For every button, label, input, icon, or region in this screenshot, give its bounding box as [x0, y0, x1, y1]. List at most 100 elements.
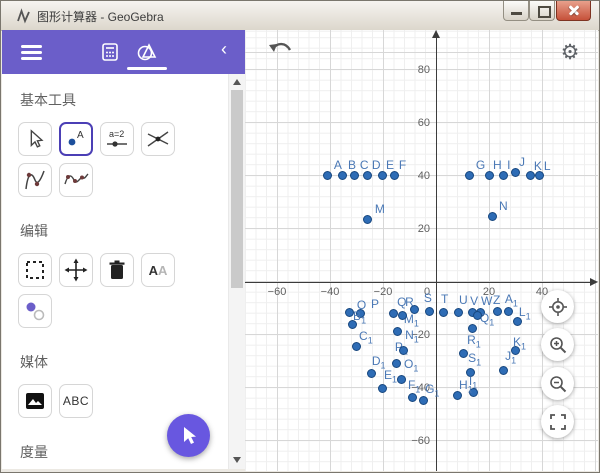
graphics-view[interactable]: −60−40−200204080604020−20−40−60 ABCDEFGH…	[245, 30, 598, 471]
calculator-tab[interactable]	[100, 42, 120, 67]
tool-sections: 基本工具Aa=2编辑AA媒体ABC度量cm↔cm²	[2, 74, 228, 469]
tool-image-button[interactable]	[18, 384, 52, 418]
plot-point-E[interactable]	[378, 171, 387, 180]
x-axis	[245, 282, 594, 284]
minimize-button[interactable]	[503, 1, 529, 21]
tool-text-button[interactable]: ABC	[59, 384, 93, 418]
plot-point-S[interactable]	[425, 307, 434, 316]
tool-select-rectangle-button[interactable]	[18, 253, 52, 287]
plot-point-T[interactable]	[439, 308, 448, 317]
point-label: N	[499, 199, 508, 213]
tool-move-view-button[interactable]	[59, 253, 93, 287]
close-button[interactable]	[556, 1, 591, 21]
plot-point-O_1[interactable]	[392, 359, 401, 368]
section-label: 编辑	[20, 221, 228, 241]
plot-point-K[interactable]	[526, 171, 535, 180]
plot-point-L[interactable]	[535, 171, 544, 180]
calculator-icon	[100, 42, 120, 62]
tool-move-button[interactable]	[18, 122, 52, 156]
plot-point-Q[interactable]	[389, 309, 398, 318]
point-label: S1	[468, 351, 481, 367]
plot-point-J[interactable]	[511, 168, 520, 177]
collapse-sidebar-button[interactable]: ‹	[221, 39, 227, 60]
scrollbar-thumb[interactable]	[231, 90, 243, 288]
plot-point-Z[interactable]	[493, 307, 502, 316]
plot-point-I[interactable]	[499, 171, 508, 180]
plot-point-Q_1[interactable]	[473, 311, 482, 320]
fullscreen-button[interactable]	[541, 405, 574, 438]
plot-point-B_1[interactable]	[348, 320, 357, 329]
plot-point-C[interactable]	[350, 171, 359, 180]
point-label: U	[459, 293, 468, 307]
plot-point-C_1[interactable]	[352, 342, 361, 351]
plot-point-G[interactable]	[465, 171, 474, 180]
plot-point-M_1[interactable]	[398, 311, 407, 320]
plot-point-R_1[interactable]	[468, 324, 477, 333]
point-label: O1	[404, 357, 418, 373]
point-label: C1	[359, 329, 373, 345]
plot-point-M[interactable]	[363, 215, 372, 224]
scroll-up-icon[interactable]	[233, 79, 241, 85]
plot-point-D_1[interactable]	[367, 369, 376, 378]
point-label: W	[481, 294, 492, 308]
point-label: Q1	[480, 311, 494, 327]
plot-point-H_1[interactable]	[453, 391, 462, 400]
plot-point-F[interactable]	[390, 171, 399, 180]
point-label: J	[519, 155, 525, 169]
x-tick-label: −60	[262, 286, 292, 298]
plot-point-F_1[interactable]	[408, 393, 417, 402]
standard-view-button[interactable]	[541, 290, 574, 323]
zoom-in-button[interactable]	[541, 328, 574, 361]
settings-button[interactable]: ⚙	[557, 40, 583, 66]
maximize-icon	[538, 6, 551, 18]
tool-intersect-button[interactable]	[141, 122, 175, 156]
move-tool-fab[interactable]	[167, 414, 210, 457]
y-tick-label: −60	[390, 435, 430, 447]
tool-text-style-button[interactable]: AA	[141, 253, 175, 287]
titlebar: 图形计算器 - GeoGebra	[1, 1, 599, 31]
point-label: S	[424, 291, 432, 305]
plot-point-G_1[interactable]	[419, 396, 428, 405]
tool-show-hide-point-button[interactable]	[18, 294, 52, 328]
undo-button[interactable]	[267, 39, 295, 63]
point-label: F1	[408, 378, 420, 394]
plot-point-A[interactable]	[323, 171, 332, 180]
plot-point-J_1[interactable]	[499, 366, 508, 375]
tool-slider-button[interactable]: a=2	[100, 122, 134, 156]
cursor-icon	[179, 425, 199, 447]
point-label: D	[372, 158, 381, 172]
minimize-icon	[511, 12, 522, 15]
plot-point-E_1[interactable]	[378, 384, 387, 393]
point-label: Z	[493, 293, 500, 307]
zoom-out-icon	[548, 374, 568, 394]
plot-point-N[interactable]	[488, 212, 497, 221]
tool-best-fit-curve-button[interactable]	[59, 163, 93, 197]
plot-point-L_1[interactable]	[513, 317, 522, 326]
point-label: F	[399, 158, 406, 172]
plot-point-S_1[interactable]	[459, 349, 468, 358]
tool-point-button[interactable]: A	[59, 122, 93, 156]
tool-function-through-points-button[interactable]	[18, 163, 52, 197]
maximize-button[interactable]	[529, 1, 555, 21]
plot-point-A_1[interactable]	[504, 307, 513, 316]
plot-point-U[interactable]	[454, 308, 463, 317]
sidebar-scrollbar[interactable]	[228, 74, 245, 469]
zoom-out-button[interactable]	[541, 367, 574, 400]
active-tab-underline	[127, 67, 167, 70]
plot-point-H[interactable]	[485, 171, 494, 180]
point-label: M	[375, 202, 385, 216]
plot-point-P_1[interactable]	[399, 346, 408, 355]
point-label: A	[334, 158, 342, 172]
y-axis-arrow	[432, 30, 440, 38]
tool-grid: AA	[18, 253, 196, 328]
y-tick-label: 80	[390, 64, 430, 76]
tool-grid: ABC	[18, 384, 196, 418]
scroll-down-icon[interactable]	[233, 457, 241, 463]
point-label: L	[544, 159, 551, 173]
graphing-tools-tab[interactable]	[136, 41, 158, 68]
plot-point-B[interactable]	[338, 171, 347, 180]
gear-icon: ⚙	[561, 41, 580, 64]
plot-point-D[interactable]	[363, 171, 372, 180]
point-label: P	[371, 297, 379, 311]
tool-delete-button[interactable]	[100, 253, 134, 287]
